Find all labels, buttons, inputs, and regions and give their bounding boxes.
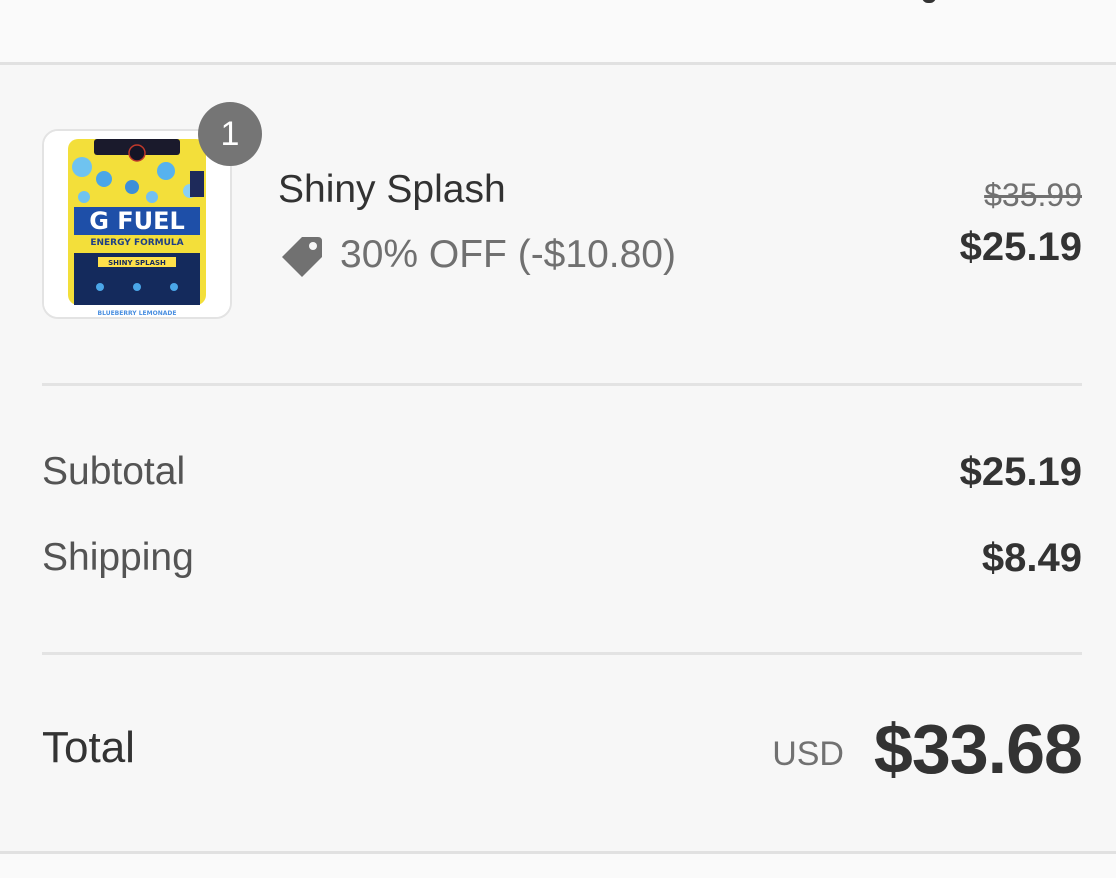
product-name: Shiny Splash (278, 168, 506, 211)
divider (42, 652, 1082, 655)
original-price: $35.99 (984, 177, 1082, 213)
order-summary: G FUEL ENERGY FORMULA SHINY SPLASH BLUEB… (0, 65, 1116, 851)
clipped-text-fragment (922, 0, 936, 3)
final-price: $25.19 (959, 225, 1082, 269)
next-section-edge (0, 854, 1116, 878)
shipping-value: $8.49 (981, 536, 1082, 580)
product-logo-text: G FUEL (89, 207, 185, 235)
shipping-label: Shipping (42, 536, 194, 579)
product-flavor-text: SHINY SPLASH (108, 259, 166, 267)
total-value: $33.68 (873, 710, 1083, 788)
discount-label: 30% OFF (-$10.80) (340, 233, 676, 276)
subtotal-value: $25.19 (959, 450, 1082, 494)
product-image: G FUEL ENERGY FORMULA SHINY SPLASH BLUEB… (42, 129, 232, 319)
product-tagline-text: ENERGY FORMULA (90, 238, 183, 248)
subtotal-label: Subtotal (42, 450, 186, 493)
product-flavor-strip: BLUEBERRY LEMONADE (98, 310, 177, 317)
discount-row: 30% OFF (-$10.80) (278, 229, 676, 281)
total-currency: USD (772, 735, 844, 773)
quantity-badge: 1 (198, 102, 262, 166)
divider (42, 383, 1082, 386)
total-label: Total (42, 723, 135, 772)
price-tag-icon (282, 237, 322, 277)
previous-section-edge (0, 0, 1116, 62)
product-tub-icon: G FUEL ENERGY FORMULA SHINY SPLASH BLUEB… (44, 131, 230, 317)
